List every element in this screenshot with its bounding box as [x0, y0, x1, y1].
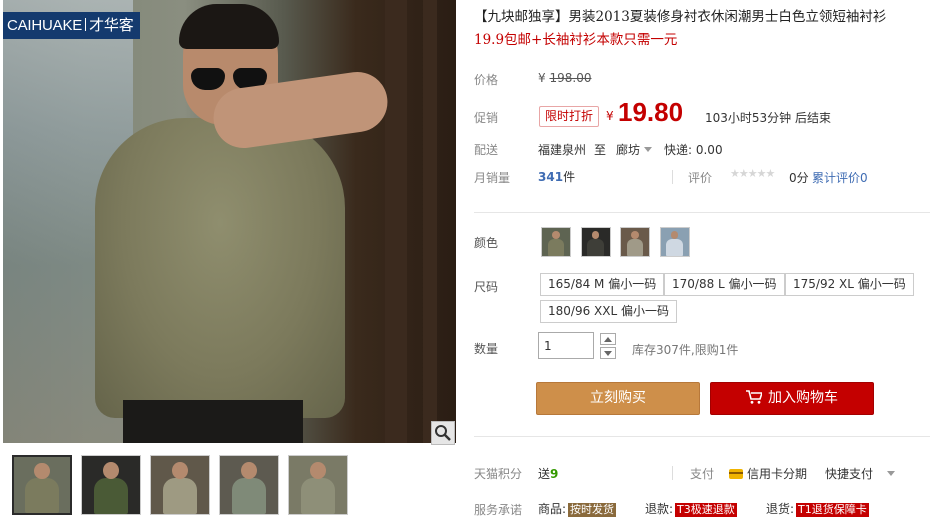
service-label: 服务承诺	[474, 503, 523, 517]
service-refund-badge: T3极速退款	[675, 503, 737, 517]
product-title: 【九块邮独享】男装2013夏装修身衬衣休闲潮男士白色立领短袖衬衫 19.9包邮+…	[474, 6, 924, 52]
buy-now-button[interactable]: 立刻购买	[536, 382, 700, 415]
delivery-from: 福建泉州	[538, 143, 587, 157]
chevron-down-icon	[644, 147, 653, 152]
total-reviews-link[interactable]: 累计评价0	[812, 169, 868, 186]
monthly-sales-count: 341	[538, 170, 564, 184]
service-goods: 商品: 按时发货	[538, 500, 617, 517]
rating-score: 0分	[789, 171, 809, 185]
promo-tag: 限时打折	[539, 106, 600, 127]
quantity-label: 数量	[474, 342, 499, 356]
color-label: 颜色	[474, 236, 499, 250]
tmall-points-value: 9	[550, 467, 559, 481]
original-price-value: 198.00	[549, 71, 592, 85]
product-title-promo: 19.9包邮+长袖衬衫本款只需一元	[474, 32, 678, 48]
promo-countdown: 103小时53分钟 后结束	[705, 111, 831, 125]
chevron-down-icon	[887, 471, 896, 476]
monthly-sales: 341件	[538, 168, 575, 185]
color-swatch[interactable]	[620, 227, 650, 257]
brand-name-cn: 才华客	[89, 17, 134, 34]
divider	[672, 170, 673, 184]
service-goods-label: 商品:	[538, 502, 567, 516]
model-pants	[123, 400, 303, 443]
credit-installment-option[interactable]: 信用卡分期	[729, 465, 807, 482]
add-to-cart-button[interactable]: 加入购物车	[710, 382, 874, 415]
size-option[interactable]: 180/96 XXL 偏小一码	[540, 300, 677, 323]
payment-label: 支付	[690, 467, 715, 481]
size-label: 尺码	[474, 280, 499, 294]
monthly-sales-label: 月销量	[474, 171, 511, 185]
thumbnail[interactable]	[12, 455, 72, 515]
quick-pay-label: 快捷支付	[825, 467, 874, 481]
shopping-cart-icon	[746, 390, 762, 404]
service-return: 退货: T1退货保障卡	[766, 500, 869, 517]
size-option[interactable]: 170/88 L 偏小一码	[664, 273, 785, 296]
rating-label: 评价	[688, 171, 713, 185]
section-divider	[474, 212, 930, 213]
monthly-sales-unit: 件	[563, 170, 576, 184]
quantity-increase-button[interactable]	[600, 333, 616, 345]
color-swatch[interactable]	[541, 227, 571, 257]
brand-logo: CAIHUAKE 才华客	[3, 12, 140, 39]
tmall-points-prefix: 送	[538, 467, 551, 481]
image-door-frame	[423, 0, 437, 443]
shipping-fee: 快递: 0.00	[664, 143, 723, 157]
thumbnail[interactable]	[150, 455, 210, 515]
service-refund-label: 退款:	[645, 502, 674, 516]
image-door-frame	[385, 0, 407, 443]
service-return-label: 退货:	[766, 502, 795, 516]
promo-price: 19.80	[618, 97, 684, 127]
magnifier-icon[interactable]	[431, 421, 455, 445]
product-title-main: 【九块邮独享】男装2013夏装修身衬衣休闲潮男士白色立领短袖衬衫	[474, 9, 887, 25]
service-refund: 退款: T3极速退款	[645, 500, 737, 517]
color-swatch[interactable]	[580, 227, 611, 257]
original-price: ¥ 198.00	[538, 71, 591, 85]
thumbnail[interactable]	[81, 455, 141, 515]
quantity-input[interactable]	[538, 332, 594, 359]
delivery-to-word: 至	[594, 143, 607, 157]
model-shirt	[95, 118, 345, 418]
delivery-label: 配送	[474, 143, 499, 157]
rating-stars: ★★★★★	[730, 167, 775, 180]
quantity-decrease-button[interactable]	[600, 347, 616, 359]
divider	[672, 466, 673, 480]
tmall-points: 送9	[538, 465, 558, 482]
brand-name: CAIHUAKE	[7, 17, 83, 34]
color-swatch[interactable]	[659, 227, 690, 257]
quick-pay-select[interactable]: 快捷支付	[825, 465, 896, 482]
promo-currency: ¥	[606, 109, 614, 123]
credit-installment-label: 信用卡分期	[747, 467, 808, 481]
stock-info: 库存307件,限购1件	[632, 343, 739, 357]
section-divider	[474, 436, 930, 437]
thumbnail[interactable]	[219, 455, 279, 515]
model-hair	[179, 4, 279, 49]
delivery-destination: 廊坊	[616, 143, 641, 157]
tmall-points-label: 天猫积分	[474, 467, 523, 481]
price-label: 价格	[474, 73, 499, 87]
price-currency: ¥	[538, 71, 546, 85]
size-option[interactable]: 175/92 XL 偏小一码	[785, 273, 914, 296]
main-product-image[interactable]	[3, 0, 456, 443]
credit-card-icon	[729, 469, 743, 479]
service-return-badge: T1退货保障卡	[796, 503, 869, 517]
add-to-cart-label: 加入购物车	[768, 390, 838, 406]
service-goods-badge: 按时发货	[568, 503, 617, 517]
thumbnail[interactable]	[288, 455, 348, 515]
size-option[interactable]: 165/84 M 偏小一码	[540, 273, 665, 296]
promo-label: 促销	[474, 111, 499, 125]
delivery-destination-select[interactable]: 廊坊	[616, 141, 653, 158]
